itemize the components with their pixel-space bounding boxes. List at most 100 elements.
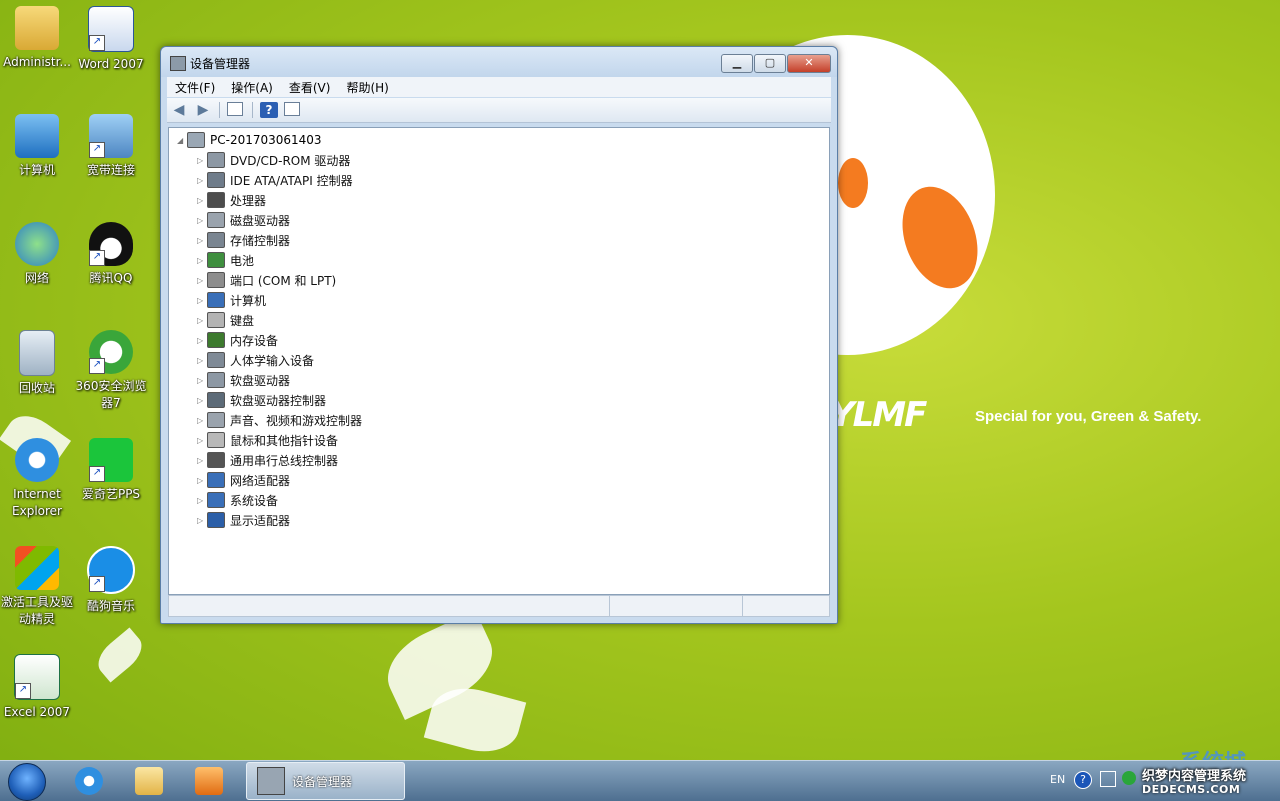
- device-category-row[interactable]: ▷ 系统设备: [197, 490, 278, 510]
- tree-root[interactable]: ◢ PC-201703061403: [177, 130, 322, 150]
- device-category-icon: [207, 232, 225, 248]
- back-icon[interactable]: ◀: [170, 102, 188, 118]
- device-category-row[interactable]: ▷ 软盘驱动器控制器: [197, 390, 326, 410]
- device-category-row[interactable]: ▷ DVD/CD-ROM 驱动器: [197, 150, 350, 170]
- device-category-label: 鼠标和其他指针设备: [230, 433, 339, 448]
- shortcut-arrow-icon: ↗: [89, 358, 105, 374]
- help-icon[interactable]: ?: [1074, 771, 1092, 789]
- taskbar-ie[interactable]: [64, 765, 114, 797]
- device-category-row[interactable]: ▷ 软盘驱动器: [197, 370, 290, 390]
- desktop-icon-label: Internet Explorer: [12, 487, 62, 518]
- device-category-row[interactable]: ▷ 显示适配器: [197, 510, 290, 530]
- status-cell: [169, 596, 610, 616]
- expand-icon[interactable]: ▷: [197, 296, 207, 305]
- shortcut-arrow-icon: ↗: [89, 142, 105, 158]
- desktop-icon-iqiyi[interactable]: ↗ 爱奇艺PPS: [75, 438, 147, 503]
- expand-icon[interactable]: ▷: [197, 176, 207, 185]
- collapse-icon[interactable]: ◢: [177, 136, 187, 145]
- help-icon[interactable]: ?: [260, 102, 278, 118]
- device-category-icon: [207, 272, 225, 288]
- menu-help[interactable]: 帮助(H): [338, 79, 396, 96]
- expand-icon[interactable]: ▷: [197, 336, 207, 345]
- expand-icon[interactable]: ▷: [197, 476, 207, 485]
- title-bar[interactable]: 设备管理器 ▁ ▢ ✕: [161, 47, 837, 77]
- menu-action[interactable]: 操作(A): [223, 79, 281, 96]
- desktop-icon-word[interactable]: ↗ Word 2007: [75, 6, 147, 73]
- minimize-button[interactable]: ▁: [721, 54, 753, 73]
- device-category-row[interactable]: ▷ IDE ATA/ATAPI 控制器: [197, 170, 353, 190]
- desktop-icon-network[interactable]: 网络: [1, 222, 73, 287]
- taskbar-device-manager[interactable]: 设备管理器: [246, 762, 405, 800]
- device-tree[interactable]: ◢ PC-201703061403 ▷ DVD/CD-ROM 驱动器 ▷ IDE AT…: [168, 127, 830, 595]
- expand-icon[interactable]: ▷: [197, 396, 207, 405]
- tray-watermark: 织梦内容管理系统: [1142, 769, 1247, 784]
- device-category-icon: [207, 512, 225, 528]
- maximize-button[interactable]: ▢: [754, 54, 786, 73]
- device-category-label: 显示适配器: [230, 513, 291, 528]
- expand-icon[interactable]: ▷: [197, 156, 207, 165]
- expand-icon[interactable]: ▷: [197, 376, 207, 385]
- close-button[interactable]: ✕: [787, 54, 831, 73]
- device-manager-icon: [257, 767, 285, 795]
- action-center-icon[interactable]: [1100, 771, 1116, 787]
- desktop-icon-label: 计算机: [18, 163, 55, 177]
- shortcut-arrow-icon: ↗: [89, 466, 105, 482]
- desktop-icon-activation-tools[interactable]: 激活工具及驱动精灵: [1, 546, 73, 628]
- desktop-icon-qq[interactable]: ↗ 腾讯QQ: [75, 222, 147, 287]
- toolbar: ◀ ▶ ?: [167, 98, 831, 123]
- expand-icon[interactable]: ▷: [197, 216, 207, 225]
- security-icon[interactable]: [1122, 771, 1136, 785]
- device-category-icon: [207, 352, 225, 368]
- desktop-icon-administrator[interactable]: Administr...: [1, 6, 73, 71]
- taskbar-explorer[interactable]: [124, 765, 174, 797]
- expand-icon[interactable]: ▷: [197, 276, 207, 285]
- desktop-icon-excel[interactable]: ↗ Excel 2007: [1, 654, 73, 721]
- start-button[interactable]: [8, 763, 46, 801]
- device-category-row[interactable]: ▷ 鼠标和其他指针设备: [197, 430, 338, 450]
- desktop-icon-360-browser[interactable]: ↗ 360安全浏览器7: [75, 330, 147, 412]
- device-category-icon: [207, 492, 225, 508]
- show-hide-tree-icon[interactable]: [227, 102, 245, 118]
- expand-icon[interactable]: ▷: [197, 236, 207, 245]
- device-category-row[interactable]: ▷ 网络适配器: [197, 470, 290, 490]
- expand-icon[interactable]: ▷: [197, 456, 207, 465]
- device-category-row[interactable]: ▷ 磁盘驱动器: [197, 210, 290, 230]
- desktop-icon-broadband[interactable]: ↗ 宽带连接: [75, 114, 147, 179]
- expand-icon[interactable]: ▷: [197, 436, 207, 445]
- desktop-icon-internet-explorer[interactable]: Internet Explorer: [1, 438, 73, 520]
- device-category-icon: [207, 432, 225, 448]
- broadband-icon: ↗: [89, 114, 133, 158]
- device-category-label: 存储控制器: [230, 233, 291, 248]
- device-category-icon: [207, 152, 225, 168]
- desktop-icon-kugou[interactable]: ↗ 酷狗音乐: [75, 546, 147, 615]
- expand-icon[interactable]: ▷: [197, 356, 207, 365]
- expand-icon[interactable]: ▷: [197, 256, 207, 265]
- expand-icon[interactable]: ▷: [197, 516, 207, 525]
- device-category-row[interactable]: ▷ 通用串行总线控制器: [197, 450, 338, 470]
- expand-icon[interactable]: ▷: [197, 316, 207, 325]
- device-category-label: 系统设备: [230, 493, 279, 508]
- expand-icon[interactable]: ▷: [197, 416, 207, 425]
- device-category-row[interactable]: ▷ 计算机: [197, 290, 266, 310]
- device-category-row[interactable]: ▷ 电池: [197, 250, 254, 270]
- taskbar-media-player[interactable]: [184, 765, 234, 797]
- device-category-label: 网络适配器: [230, 473, 291, 488]
- menu-file[interactable]: 文件(F): [167, 79, 223, 96]
- device-category-icon: [207, 392, 225, 408]
- device-category-row[interactable]: ▷ 人体学输入设备: [197, 350, 314, 370]
- desktop-icon-computer[interactable]: 计算机: [1, 114, 73, 179]
- language-indicator[interactable]: EN: [1050, 773, 1065, 786]
- forward-icon[interactable]: ▶: [194, 102, 212, 118]
- device-category-row[interactable]: ▷ 声音、视频和游戏控制器: [197, 410, 362, 430]
- device-category-row[interactable]: ▷ 存储控制器: [197, 230, 290, 250]
- expand-icon[interactable]: ▷: [197, 496, 207, 505]
- menu-view[interactable]: 查看(V): [281, 79, 339, 96]
- expand-icon[interactable]: ▷: [197, 196, 207, 205]
- device-category-row[interactable]: ▷ 端口 (COM 和 LPT): [197, 270, 336, 290]
- desktop-icon-recycle-bin[interactable]: 回收站: [1, 330, 73, 397]
- properties-icon[interactable]: [284, 102, 302, 118]
- device-category-row[interactable]: ▷ 内存设备: [197, 330, 278, 350]
- device-category-label: 人体学输入设备: [230, 353, 315, 368]
- device-category-row[interactable]: ▷ 处理器: [197, 190, 266, 210]
- device-category-row[interactable]: ▷ 键盘: [197, 310, 254, 330]
